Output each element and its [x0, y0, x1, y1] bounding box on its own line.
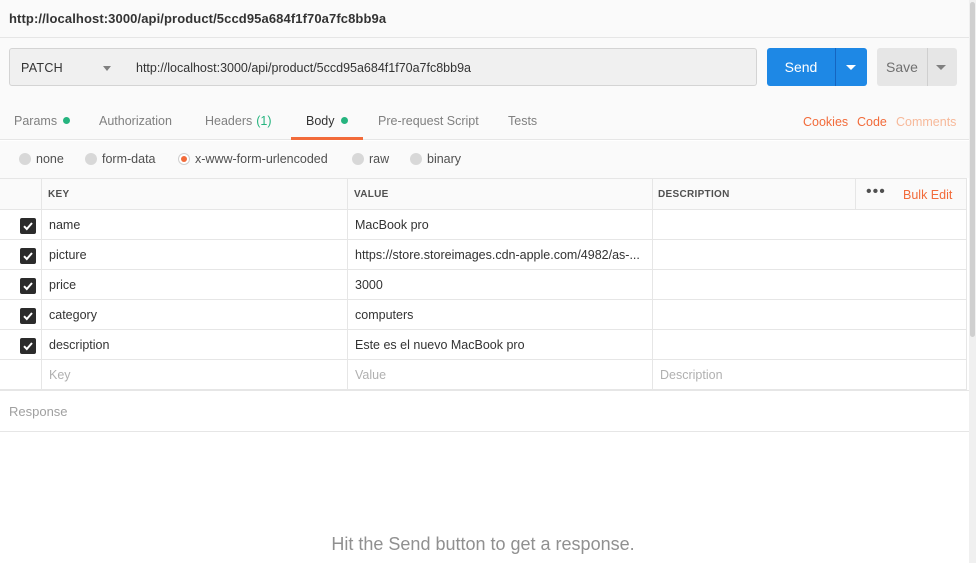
- bulk-edit-link[interactable]: Bulk Edit: [903, 188, 952, 202]
- params-indicator-dot-icon: [63, 117, 71, 124]
- checkbox-checked-icon[interactable]: [20, 308, 36, 324]
- tab-headers[interactable]: Headers (1): [205, 114, 272, 128]
- new-key-input[interactable]: Key: [49, 368, 339, 382]
- table-row: picture https://store.storeimages.cdn-ap…: [0, 240, 967, 270]
- comments-link[interactable]: Comments: [896, 115, 956, 129]
- table-row: name MacBook pro: [0, 210, 967, 240]
- new-value-input[interactable]: Value: [355, 368, 647, 382]
- tab-params-label: Params: [14, 114, 58, 128]
- row-key[interactable]: picture: [49, 248, 339, 262]
- row-value[interactable]: computers: [355, 308, 647, 322]
- request-title: http://localhost:3000/api/product/5ccd95…: [9, 11, 387, 26]
- tab-authorization[interactable]: Authorization: [99, 114, 172, 128]
- key-value-table: KEY VALUE DESCRIPTION ••• Bulk Edit name…: [0, 178, 967, 390]
- save-button[interactable]: Save: [877, 48, 957, 86]
- body-type-form-data[interactable]: form-data: [85, 152, 156, 166]
- more-dots-icon[interactable]: •••: [866, 183, 886, 201]
- tab-params[interactable]: Params: [14, 114, 71, 128]
- scrollbar-thumb[interactable]: [970, 2, 975, 337]
- radio-icon: [410, 153, 422, 165]
- description-column-header: DESCRIPTION: [658, 189, 730, 200]
- checkbox-checked-icon[interactable]: [20, 218, 36, 234]
- tab-body[interactable]: Body: [306, 114, 348, 128]
- request-tabs: Params Authorization Headers (1) Body Pre…: [0, 100, 976, 140]
- row-key[interactable]: price: [49, 278, 339, 292]
- body-type-selector: none form-data x-www-form-urlencoded raw…: [0, 141, 976, 178]
- value-column-header: VALUE: [354, 189, 389, 200]
- checkbox-checked-icon[interactable]: [20, 338, 36, 354]
- vertical-scrollbar[interactable]: [969, 0, 976, 563]
- body-type-raw[interactable]: raw: [352, 152, 389, 166]
- send-divider: [835, 48, 836, 86]
- row-value[interactable]: 3000: [355, 278, 647, 292]
- request-title-bar: http://localhost:3000/api/product/5ccd95…: [0, 0, 976, 38]
- body-type-none-label: none: [36, 152, 64, 166]
- checkbox-checked-icon[interactable]: [20, 248, 36, 264]
- body-type-binary-label: binary: [427, 152, 462, 166]
- tab-headers-label: Headers: [205, 114, 253, 128]
- method-label: PATCH: [21, 61, 64, 75]
- body-type-none[interactable]: none: [19, 152, 64, 166]
- row-value[interactable]: Este es el nuevo MacBook pro: [355, 338, 647, 352]
- headers-count: (1): [256, 114, 272, 128]
- save-options-chevron-icon[interactable]: [936, 65, 946, 70]
- body-type-form-data-label: form-data: [102, 152, 156, 166]
- table-header: KEY VALUE DESCRIPTION ••• Bulk Edit: [0, 178, 967, 210]
- body-type-urlencoded[interactable]: x-www-form-urlencoded: [178, 152, 328, 166]
- body-indicator-dot-icon: [340, 117, 348, 124]
- radio-icon: [352, 153, 364, 165]
- tab-body-label: Body: [306, 114, 335, 128]
- send-options-chevron-icon[interactable]: [846, 65, 856, 70]
- row-key[interactable]: name: [49, 218, 339, 232]
- radio-icon: [85, 153, 97, 165]
- chevron-down-icon: [103, 66, 111, 71]
- response-label: Response: [9, 404, 68, 419]
- body-type-urlencoded-label: x-www-form-urlencoded: [195, 152, 328, 166]
- table-row: description Este es el nuevo MacBook pro: [0, 330, 967, 360]
- table-row: price 3000: [0, 270, 967, 300]
- tab-tests[interactable]: Tests: [508, 114, 537, 128]
- cookies-link[interactable]: Cookies: [803, 115, 848, 129]
- header-divider: [855, 179, 856, 209]
- body-type-raw-label: raw: [369, 152, 390, 166]
- send-button[interactable]: Send: [767, 48, 867, 86]
- request-bar: PATCH http://localhost:3000/api/product/…: [0, 38, 976, 100]
- url-input[interactable]: http://localhost:3000/api/product/5ccd95…: [125, 48, 757, 86]
- url-value: http://localhost:3000/api/product/5ccd95…: [136, 61, 471, 75]
- response-empty-hint: Hit the Send button to get a response.: [331, 534, 635, 554]
- save-label: Save: [886, 59, 918, 75]
- active-tab-underline: [291, 137, 363, 140]
- table-row: category computers: [0, 300, 967, 330]
- send-label: Send: [784, 59, 818, 75]
- row-key[interactable]: category: [49, 308, 339, 322]
- new-description-input[interactable]: Description: [660, 368, 960, 382]
- row-value[interactable]: MacBook pro: [355, 218, 647, 232]
- checkbox-checked-icon[interactable]: [20, 278, 36, 294]
- radio-icon: [19, 153, 31, 165]
- save-divider: [927, 48, 928, 86]
- new-table-row: Key Value Description: [0, 360, 967, 390]
- key-column-header: KEY: [48, 189, 70, 200]
- body-type-binary[interactable]: binary: [410, 152, 461, 166]
- tab-pre-request-script[interactable]: Pre-request Script: [378, 114, 479, 128]
- row-key[interactable]: description: [49, 338, 339, 352]
- radio-selected-icon: [178, 153, 190, 165]
- code-link[interactable]: Code: [857, 115, 887, 129]
- row-value[interactable]: https://store.storeimages.cdn-apple.com/…: [355, 248, 647, 262]
- response-header[interactable]: Response: [0, 390, 976, 432]
- method-select[interactable]: PATCH: [9, 48, 126, 86]
